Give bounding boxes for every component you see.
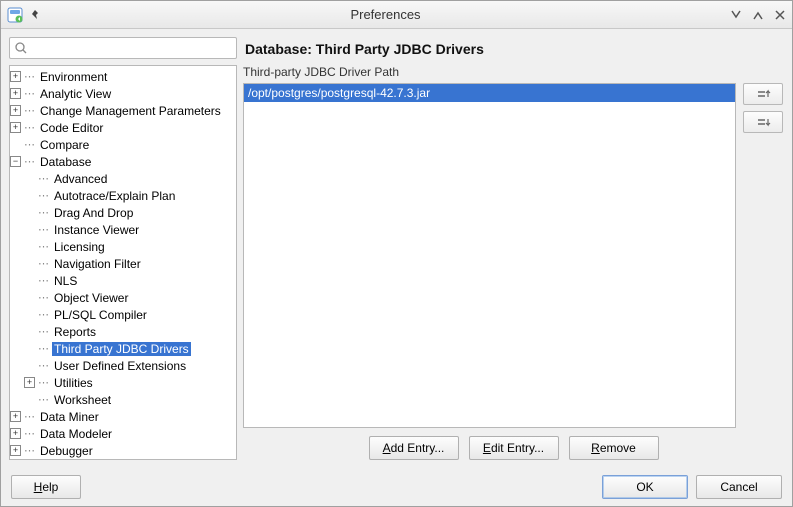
edit-entry-button[interactable]: Edit Entry... — [469, 436, 559, 460]
tree-item-label: Autotrace/Explain Plan — [52, 189, 177, 203]
move-up-button[interactable] — [743, 83, 783, 105]
tree-item[interactable]: ⋯Instance Viewer — [10, 221, 236, 238]
tree-item[interactable]: ⋯Advanced — [10, 170, 236, 187]
preferences-tree[interactable]: +⋯Environment+⋯Analytic View+⋯Change Man… — [9, 65, 237, 460]
tree-item-label: Debugger — [38, 444, 95, 458]
search-icon — [14, 41, 28, 55]
tree-item-label: Drag And Drop — [52, 206, 135, 220]
search-input[interactable] — [32, 40, 232, 56]
tree-item[interactable]: ⋯Object Viewer — [10, 289, 236, 306]
tree-item-label: Code Editor — [38, 121, 105, 135]
tree-item-label: Compare — [38, 138, 91, 152]
tree-item[interactable]: +⋯Utilities — [10, 374, 236, 391]
tree-item-label: Utilities — [52, 376, 95, 390]
expand-icon[interactable]: + — [10, 71, 21, 82]
minimize-icon[interactable] — [730, 9, 742, 21]
titlebar: Preferences — [1, 1, 792, 29]
tree-item[interactable]: +⋯Code Editor — [10, 119, 236, 136]
tree-item-label: Analytic View — [38, 87, 113, 101]
tree-item[interactable]: ⋯Navigation Filter — [10, 255, 236, 272]
tree-item-label: Reports — [52, 325, 98, 339]
close-icon[interactable] — [774, 9, 786, 21]
expand-icon[interactable]: + — [10, 88, 21, 99]
expand-icon[interactable]: + — [10, 122, 21, 133]
tree-item[interactable]: +⋯Analytic View — [10, 85, 236, 102]
tree-item-label: Change Management Parameters — [38, 104, 223, 118]
tree-item[interactable]: −⋯Database — [10, 153, 236, 170]
expand-icon[interactable]: + — [10, 411, 21, 422]
tree-item-label: Database — [38, 155, 93, 169]
window-title: Preferences — [41, 7, 730, 22]
tree-item-label: Navigation Filter — [52, 257, 143, 271]
ok-button[interactable]: OK — [602, 475, 688, 499]
tree-item-label: NLS — [52, 274, 79, 288]
tree-item-label: Data Miner — [38, 410, 101, 424]
collapse-icon[interactable]: − — [10, 156, 21, 167]
expand-icon[interactable]: + — [10, 445, 21, 456]
tree-item-label: User Defined Extensions — [52, 359, 188, 373]
search-wrapper — [9, 37, 237, 59]
tree-item[interactable]: ⋯NLS — [10, 272, 236, 289]
move-down-button[interactable] — [743, 111, 783, 133]
left-pane: +⋯Environment+⋯Analytic View+⋯Change Man… — [9, 37, 237, 460]
footer: Help OK Cancel — [1, 468, 792, 506]
expand-icon[interactable]: + — [10, 428, 21, 439]
tree-item[interactable]: ⋯Worksheet — [10, 391, 236, 408]
expand-icon[interactable]: + — [24, 377, 35, 388]
tree-item-label: Environment — [38, 70, 109, 84]
tree-item[interactable]: ⋯Reports — [10, 323, 236, 340]
tree-item-label: Data Modeler — [38, 427, 114, 441]
tree-item-label: Instance Viewer — [52, 223, 141, 237]
tree-item[interactable]: +⋯Environment — [10, 68, 236, 85]
tree-item[interactable]: ⋯Autotrace/Explain Plan — [10, 187, 236, 204]
tree-item[interactable]: ⋯Licensing — [10, 238, 236, 255]
tree-item-label: Licensing — [52, 240, 107, 254]
tree-item[interactable]: ⋯PL/SQL Compiler — [10, 306, 236, 323]
tree-item[interactable]: ⋯Compare — [10, 136, 236, 153]
panel-heading: Database: Third Party JDBC Drivers — [243, 37, 784, 63]
tree-item-label: PL/SQL Compiler — [52, 308, 149, 322]
add-entry-button[interactable]: Add Entry... — [369, 436, 459, 460]
remove-button[interactable]: Remove — [569, 436, 659, 460]
help-button[interactable]: Help — [11, 475, 81, 499]
tree-item[interactable]: ⋯Drag And Drop — [10, 204, 236, 221]
pin-icon[interactable] — [29, 9, 41, 21]
right-pane: Database: Third Party JDBC Drivers Third… — [243, 37, 784, 460]
list-item[interactable]: /opt/postgres/postgresql-42.7.3.jar — [244, 84, 735, 102]
tree-item[interactable]: +⋯Data Modeler — [10, 425, 236, 442]
app-icon — [7, 7, 23, 23]
tree-item[interactable]: +⋯Change Management Parameters — [10, 102, 236, 119]
tree-item[interactable]: +⋯Debugger — [10, 442, 236, 459]
tree-item[interactable]: ⋯User Defined Extensions — [10, 357, 236, 374]
tree-item-label: Third Party JDBC Drivers — [52, 342, 191, 356]
tree-item-label: Worksheet — [52, 393, 113, 407]
maximize-icon[interactable] — [752, 9, 764, 21]
list-label: Third-party JDBC Driver Path — [243, 63, 784, 83]
expand-icon[interactable]: + — [10, 105, 21, 116]
preferences-window: Preferences +⋯Environment+⋯Analytic View… — [0, 0, 793, 507]
tree-item-label: Advanced — [52, 172, 109, 186]
driver-path-list[interactable]: /opt/postgres/postgresql-42.7.3.jar — [243, 83, 736, 428]
tree-item[interactable]: +⋯Data Miner — [10, 408, 236, 425]
tree-item-label: Object Viewer — [52, 291, 130, 305]
tree-item[interactable]: ⋯Third Party JDBC Drivers — [10, 340, 236, 357]
cancel-button[interactable]: Cancel — [696, 475, 782, 499]
